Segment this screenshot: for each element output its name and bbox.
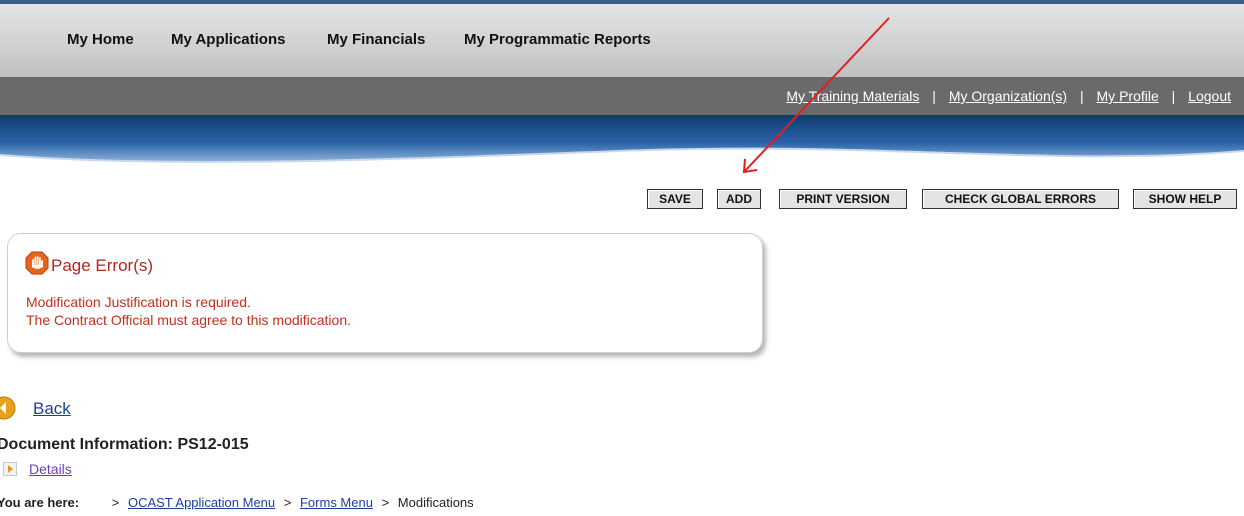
nav-my-financials[interactable]: My Financials — [327, 31, 425, 48]
back-icon[interactable] — [0, 396, 16, 420]
nav-my-programmatic-reports[interactable]: My Programmatic Reports — [464, 31, 651, 48]
document-id: PS12-015 — [177, 436, 249, 453]
breadcrumb-separator: > — [283, 495, 292, 510]
link-my-training-materials[interactable]: My Training Materials — [786, 88, 919, 104]
add-button[interactable]: ADD — [717, 189, 761, 209]
error-message: The Contract Official must agree to this… — [26, 312, 351, 328]
breadcrumb-separator: > — [111, 495, 120, 510]
top-navigation: My Home My Applications My Financials My… — [0, 0, 1244, 77]
top-border — [0, 0, 1244, 4]
nav-my-home[interactable]: My Home — [67, 31, 134, 48]
save-button[interactable]: SAVE — [647, 189, 703, 209]
breadcrumb-label: You are here: — [0, 495, 80, 510]
link-my-profile[interactable]: My Profile — [1097, 88, 1159, 104]
expand-arrow-icon[interactable] — [3, 462, 17, 476]
nav-my-applications[interactable]: My Applications — [171, 31, 285, 48]
back-link[interactable]: Back — [33, 399, 71, 419]
breadcrumb-forms-menu[interactable]: Forms Menu — [300, 495, 373, 510]
user-links: My Training Materials | My Organization(… — [786, 88, 1231, 104]
breadcrumb-separator: > — [381, 495, 390, 510]
page-error-title: Page Error(s) — [51, 256, 154, 275]
page-error-panel: Page Error(s) Modification Justification… — [7, 233, 763, 353]
error-message: Modification Justification is required. — [26, 294, 251, 310]
breadcrumb-ocast-application-menu[interactable]: OCAST Application Menu — [128, 495, 275, 510]
stop-hand-icon — [25, 251, 49, 275]
header-wave-banner — [0, 115, 1244, 164]
secondary-navigation: My Training Materials | My Organization(… — [0, 77, 1244, 115]
show-help-button[interactable]: SHOW HELP — [1133, 189, 1237, 209]
link-separator: | — [1171, 88, 1176, 104]
breadcrumb: You are here: > OCAST Application Menu >… — [0, 495, 474, 510]
check-global-errors-button[interactable]: CHECK GLOBAL ERRORS — [922, 189, 1119, 209]
breadcrumb-current-page: Modifications — [397, 495, 474, 510]
details-link[interactable]: Details — [29, 461, 72, 477]
document-information: Document Information: PS12-015 — [0, 436, 249, 454]
print-version-button[interactable]: PRINT VERSION — [779, 189, 907, 209]
link-logout[interactable]: Logout — [1188, 88, 1231, 104]
link-separator: | — [1079, 88, 1084, 104]
link-my-organizations[interactable]: My Organization(s) — [949, 88, 1067, 104]
link-separator: | — [932, 88, 936, 104]
document-information-label: Document Information: — [0, 436, 173, 453]
